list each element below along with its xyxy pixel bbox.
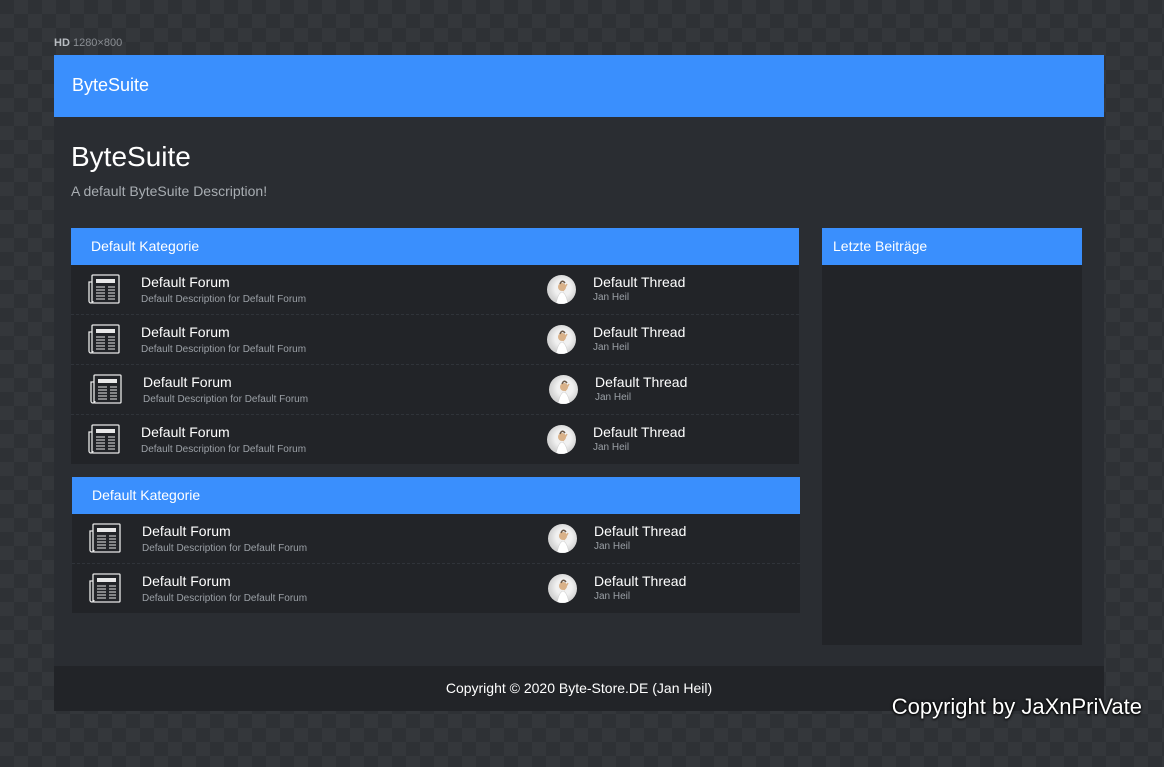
category-title[interactable]: Default Kategorie xyxy=(71,228,799,265)
forum-name[interactable]: Default Forum xyxy=(143,374,232,390)
last-thread-author[interactable]: Jan Heil xyxy=(593,342,629,353)
navbar-brand[interactable]: ByteSuite xyxy=(72,75,149,96)
last-thread-author[interactable]: Jan Heil xyxy=(594,541,630,552)
newspaper-icon xyxy=(88,324,124,354)
user-avatar[interactable] xyxy=(548,524,577,553)
forum-description: Default Description for Default Forum xyxy=(142,593,308,604)
forum-description: Default Description for Default Forum xyxy=(141,444,307,455)
forum-list: Default Forum Default Description for De… xyxy=(71,265,799,464)
watermark-text: Copyright by JaXnPriVate xyxy=(891,694,1142,719)
forum-name[interactable]: Default Forum xyxy=(142,573,231,589)
user-avatar[interactable] xyxy=(549,375,578,404)
page-title: ByteSuite xyxy=(71,141,191,172)
last-thread-author[interactable]: Jan Heil xyxy=(593,292,629,303)
resolution-tag: HD xyxy=(54,37,70,49)
user-avatar[interactable] xyxy=(548,574,577,603)
last-thread-author[interactable]: Jan Heil xyxy=(593,442,629,453)
category-title[interactable]: Default Kategorie xyxy=(72,477,800,514)
forum-name[interactable]: Default Forum xyxy=(141,324,230,340)
user-avatar[interactable] xyxy=(547,325,576,354)
newspaper-icon xyxy=(89,573,125,603)
site-frame: ByteSuite ByteSuite A default ByteSuite … xyxy=(54,55,1104,711)
resolution-size: 1280×800 xyxy=(72,37,123,49)
forum-description: Default Description for Default Forum xyxy=(143,394,309,405)
recent-posts-title: Letzte Beiträge xyxy=(822,228,1082,265)
last-thread-link[interactable]: Default Thread xyxy=(595,374,687,390)
forum-description: Default Description for Default Forum xyxy=(141,294,307,305)
last-thread-link[interactable]: Default Thread xyxy=(593,274,685,290)
forum-list: Default Forum Default Description for De… xyxy=(72,514,800,613)
newspaper-icon xyxy=(88,274,124,304)
newspaper-icon xyxy=(90,374,126,404)
page-description: A default ByteSuite Description! xyxy=(71,183,268,199)
navbar: ByteSuite xyxy=(54,55,1104,117)
newspaper-icon xyxy=(89,523,125,553)
user-avatar[interactable] xyxy=(547,275,576,304)
last-thread-author[interactable]: Jan Heil xyxy=(595,392,631,403)
resolution-label: HD 1280×800 xyxy=(54,37,122,49)
forum-row[interactable]: Default Forum Default Description for De… xyxy=(72,564,800,613)
category-panel: Default Kategorie Default Forum Default … xyxy=(71,228,799,464)
last-thread-link[interactable]: Default Thread xyxy=(593,424,685,440)
forum-name[interactable]: Default Forum xyxy=(142,523,231,539)
last-thread-link[interactable]: Default Thread xyxy=(594,573,686,589)
forum-name[interactable]: Default Forum xyxy=(141,424,230,440)
forum-row[interactable]: Default Forum Default Description for De… xyxy=(71,365,799,415)
recent-posts-panel: Letzte Beiträge xyxy=(822,228,1082,645)
user-avatar[interactable] xyxy=(547,425,576,454)
last-thread-author[interactable]: Jan Heil xyxy=(594,591,630,602)
newspaper-icon xyxy=(88,424,124,454)
forum-row[interactable]: Default Forum Default Description for De… xyxy=(71,265,799,315)
forum-name[interactable]: Default Forum xyxy=(141,274,230,290)
forum-description: Default Description for Default Forum xyxy=(141,344,307,355)
last-thread-link[interactable]: Default Thread xyxy=(593,324,685,340)
forum-row[interactable]: Default Forum Default Description for De… xyxy=(72,514,800,564)
forum-description: Default Description for Default Forum xyxy=(142,543,308,554)
forum-row[interactable]: Default Forum Default Description for De… xyxy=(71,315,799,365)
last-thread-link[interactable]: Default Thread xyxy=(594,523,686,539)
category-panel: Default Kategorie Default Forum Default … xyxy=(72,477,800,613)
forum-row[interactable]: Default Forum Default Description for De… xyxy=(71,415,799,464)
